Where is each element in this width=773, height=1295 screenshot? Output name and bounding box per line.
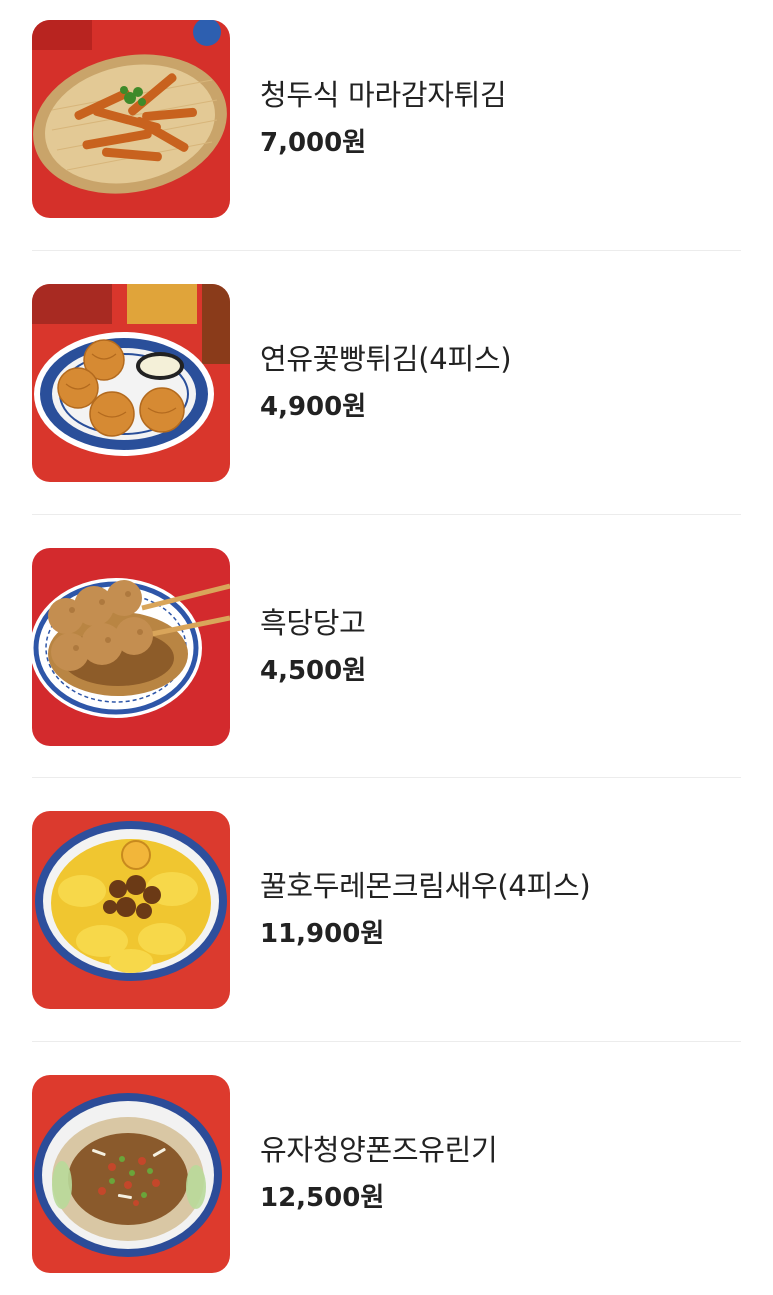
menu-item-price: 12,500원	[260, 1183, 385, 1213]
menu-item-name: 유자청양폰즈유린기	[260, 1133, 498, 1167]
divider	[32, 1041, 741, 1042]
menu-item-price: 7,000원	[260, 128, 367, 158]
menu-item[interactable]: 연유꽃빵튀김(4피스) 4,900원	[32, 284, 741, 484]
divider	[32, 514, 741, 515]
menu-item-info: 흑당당고 4,500원	[260, 548, 366, 746]
divider	[32, 250, 741, 251]
menu-item[interactable]: 유자청양폰즈유린기 12,500원	[32, 1075, 741, 1275]
menu-item-info: 연유꽃빵튀김(4피스) 4,900원	[260, 284, 512, 482]
menu-item[interactable]: 청두식 마라감자튀김 7,000원	[32, 20, 741, 220]
menu-item-name: 청두식 마라감자튀김	[260, 78, 507, 112]
menu-item-photo	[32, 20, 230, 218]
menu-item-info: 유자청양폰즈유린기 12,500원	[260, 1075, 498, 1273]
menu-item-name: 꿀호두레몬크림새우(4피스)	[260, 869, 591, 903]
menu-item-info: 청두식 마라감자튀김 7,000원	[260, 20, 507, 218]
menu-item-price: 11,900원	[260, 919, 385, 949]
menu-item[interactable]: 흑당당고 4,500원	[32, 548, 741, 748]
menu-item-name: 흑당당고	[260, 606, 366, 640]
menu-item-photo	[32, 811, 230, 1009]
menu-item-price: 4,500원	[260, 656, 367, 686]
menu-item[interactable]: 꿀호두레몬크림새우(4피스) 11,900원	[32, 811, 741, 1011]
divider	[32, 777, 741, 778]
menu-item-photo	[32, 284, 230, 482]
menu-item-photo	[32, 548, 230, 746]
menu-item-photo	[32, 1075, 230, 1273]
menu-item-name: 연유꽃빵튀김(4피스)	[260, 342, 512, 376]
menu-item-info: 꿀호두레몬크림새우(4피스) 11,900원	[260, 811, 591, 1009]
menu-list: 청두식 마라감자튀김 7,000원 연유꽃빵튀김(4피스) 4,900원 흑당당…	[0, 0, 773, 1295]
menu-item-price: 4,900원	[260, 392, 367, 422]
